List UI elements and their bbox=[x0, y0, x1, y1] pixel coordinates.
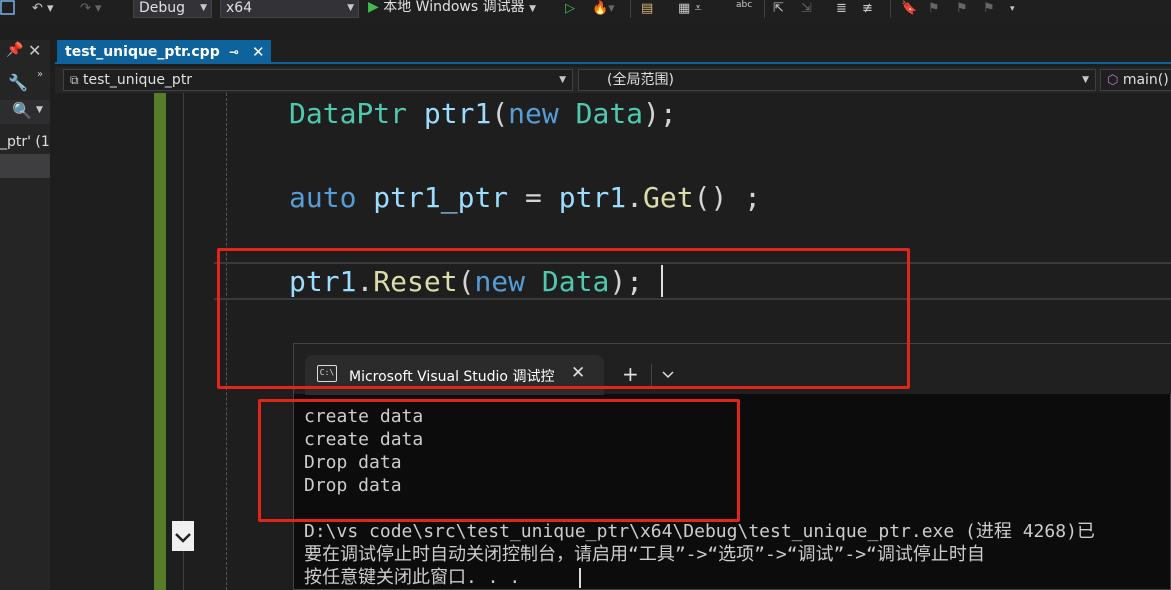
function-token: Get bbox=[643, 181, 694, 214]
overflow-icon[interactable]: » bbox=[37, 69, 43, 80]
folder-icon[interactable]: ▤ bbox=[641, 0, 653, 18]
chevron-down-icon: ▼ bbox=[1082, 75, 1089, 85]
main-toolbar: ↶ ▾ ↷ ▾ Debug ▼ x64 ▼ ▶ 本地 Windows 调试器 ▼… bbox=[0, 0, 1171, 22]
chevron-down-icon: ▼ bbox=[529, 4, 537, 14]
indent-guide bbox=[183, 93, 184, 590]
search-icon: 🔍 bbox=[12, 101, 32, 120]
chevron-down-icon: ▼ bbox=[347, 3, 354, 13]
collapse-icon[interactable] bbox=[172, 521, 194, 551]
punct-token: () ; bbox=[693, 181, 762, 214]
keyword-token: new bbox=[508, 97, 559, 130]
identifier-token: ptr1 bbox=[558, 181, 627, 214]
spellcheck-icon[interactable]: abc bbox=[736, 0, 752, 14]
project-icon: ⧉ bbox=[70, 73, 79, 87]
function-icon: ⬡ bbox=[1107, 73, 1119, 88]
comment-icon[interactable]: ≣ bbox=[836, 0, 847, 18]
redo-icon[interactable]: ↷ ▾ bbox=[80, 0, 102, 18]
chevron-down-icon: ▼ bbox=[559, 75, 566, 85]
chevron-down-icon[interactable]: ▾ bbox=[1010, 0, 1015, 18]
scope-dropdown[interactable]: (全局范围) ▼ bbox=[578, 69, 1096, 91]
scope-label: (全局范围) bbox=[607, 72, 674, 88]
configuration-select[interactable]: Debug ▼ bbox=[133, 0, 212, 18]
project-dropdown[interactable]: ⧉ test_unique_ptr ▼ bbox=[63, 69, 573, 91]
next-bookmark-icon[interactable]: ⚑ bbox=[956, 0, 968, 18]
toolbar-separator bbox=[890, 0, 891, 18]
window-layout-icon[interactable]: ▦ ⩡ bbox=[678, 0, 702, 18]
prev-bookmark-icon[interactable]: ⚑ bbox=[928, 0, 940, 18]
uncomment-icon[interactable]: ≢ bbox=[862, 0, 873, 18]
configuration-value: Debug bbox=[139, 0, 186, 16]
search-result-label: _ptr' (1 bbox=[0, 134, 50, 150]
tab-label: test_unique_ptr.cpp bbox=[65, 44, 220, 60]
change-tracking-bar bbox=[154, 93, 166, 590]
close-icon[interactable]: ✕ bbox=[252, 40, 265, 64]
highlight-box-code bbox=[217, 248, 910, 389]
hot-reload-icon[interactable]: 🔥▾ bbox=[592, 0, 615, 18]
search-result-item[interactable]: _ptr' (1 bbox=[0, 134, 50, 154]
type-token: DataPtr bbox=[289, 97, 408, 130]
pin-icon[interactable]: ⊸ bbox=[229, 40, 239, 64]
line-number-gutter bbox=[102, 93, 154, 590]
save-icon[interactable] bbox=[0, 0, 16, 18]
toolbar-separator bbox=[630, 0, 631, 18]
selected-result-row[interactable] bbox=[0, 154, 50, 178]
toolbar-separator bbox=[764, 0, 765, 18]
step-out-icon[interactable]: ⇲ bbox=[801, 0, 812, 18]
punct-token: ( bbox=[491, 97, 509, 130]
start-debugging-button[interactable]: ▶ 本地 Windows 调试器 ▼ bbox=[368, 0, 536, 18]
identifier-token: ptr1_ptr bbox=[373, 181, 509, 214]
chevron-down-icon: ▼ bbox=[200, 3, 207, 13]
identifier-token: ptr1 bbox=[423, 97, 492, 130]
punct-token: = bbox=[525, 181, 542, 214]
platform-select[interactable]: x64 ▼ bbox=[220, 0, 359, 18]
platform-value: x64 bbox=[226, 0, 253, 16]
console-exit-line: D:\vs code\src\test_unique_ptr\x64\Debug… bbox=[304, 521, 1095, 542]
chevron-down-icon: ▼ bbox=[36, 105, 43, 115]
clear-bookmarks-icon[interactable]: ⚑ bbox=[983, 0, 995, 18]
project-label: test_unique_ptr bbox=[83, 72, 193, 88]
punct-token: . bbox=[626, 181, 644, 214]
undo-icon[interactable]: ↶ ▾ bbox=[32, 0, 54, 18]
left-tool-panel: 📌 ✕ 🔧 » 🔍 ▼ _ptr' (1 bbox=[0, 40, 50, 590]
console-caret bbox=[579, 568, 581, 588]
code-line: auto ptr1_ptr = ptr1.Get() ; bbox=[289, 181, 761, 215]
console-hint-line: 要在调试停止时自动关闭控制台，请启用“工具”->“选项”->“调试”->“调试停… bbox=[304, 544, 985, 565]
punct-token: ); bbox=[643, 97, 677, 130]
console-prompt-line: 按任意键关闭此窗口. . . bbox=[304, 567, 521, 588]
play-icon: ▶ bbox=[368, 0, 379, 15]
start-debugging-label: 本地 Windows 调试器 bbox=[383, 0, 525, 15]
pin-icon[interactable]: 📌 bbox=[6, 42, 23, 58]
start-without-debugging-icon[interactable]: ▷ bbox=[565, 0, 575, 18]
step-icon[interactable]: ⇱ bbox=[773, 0, 784, 18]
close-icon[interactable]: ✕ bbox=[28, 41, 41, 60]
type-token: Data bbox=[575, 97, 644, 130]
search-box[interactable]: 🔍 ▼ bbox=[0, 100, 50, 124]
tab-test-unique-ptr[interactable]: test_unique_ptr.cpp ⊸ ✕ bbox=[57, 40, 271, 64]
member-dropdown[interactable]: ⬡ main() bbox=[1100, 69, 1171, 91]
code-line: DataPtr ptr1(new Data); bbox=[289, 97, 677, 131]
bookmark-icon[interactable]: 🔖 bbox=[901, 0, 917, 18]
highlight-box-output bbox=[258, 399, 740, 522]
wrench-icon[interactable]: 🔧 bbox=[8, 73, 28, 92]
member-label: main() bbox=[1122, 72, 1169, 88]
keyword-token: auto bbox=[289, 181, 357, 214]
navigation-bar: ⧉ test_unique_ptr ▼ (全局范围) ▼ ⬡ main() bbox=[55, 67, 1171, 93]
